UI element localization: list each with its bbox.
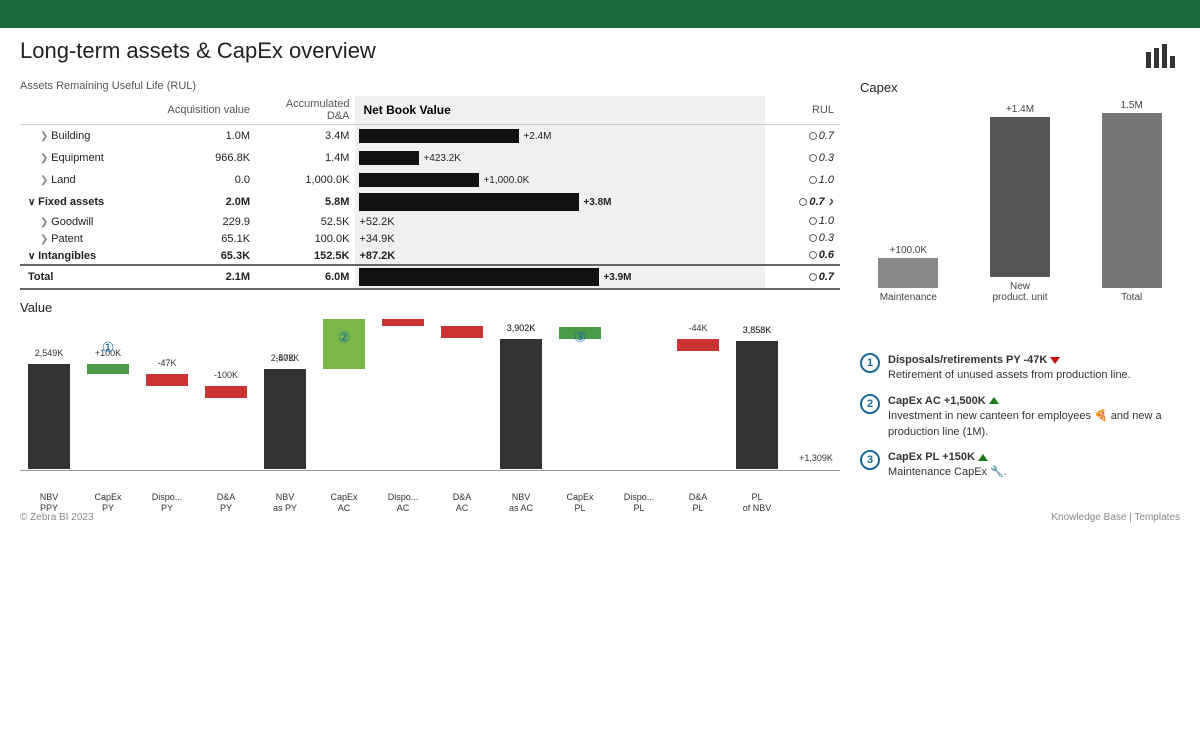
- footer-links: Knowledge Base | Templates: [1051, 512, 1180, 523]
- wf-label: D&APL: [669, 492, 727, 514]
- waterfall-col: 2,549K: [20, 319, 78, 469]
- value-title: Value: [20, 300, 840, 315]
- waterfall-col: +1,500K②: [315, 319, 373, 469]
- capex-chart: +100.0KMaintenance +1.4MNewproduct. unit1…: [860, 103, 1180, 343]
- wf-bar: [87, 364, 129, 374]
- wf-label: PLof NBV: [728, 492, 786, 514]
- waterfall-col: -100K: [433, 319, 491, 469]
- waterfall-col: -44K: [669, 319, 727, 469]
- wf-label: Dispo...AC: [374, 492, 432, 514]
- wf-bar: [28, 364, 70, 469]
- wf-bar: [736, 341, 778, 469]
- wf-label: CapExPL: [551, 492, 609, 514]
- wf-bar: [264, 369, 306, 469]
- wf-bar: [500, 339, 542, 469]
- annotations: 1 Disposals/retirements PY -47KRetirement…: [860, 353, 1180, 481]
- wf-label: NBVas PY: [256, 492, 314, 514]
- annotation-item: 2 CapEx AC +1,500KInvestment in new cante…: [860, 394, 1180, 440]
- waterfall-col: +150K③: [551, 319, 609, 469]
- capex-bar-label: Newproduct. unit: [992, 281, 1047, 303]
- section-label: Assets Remaining Useful Life (RUL): [20, 80, 840, 92]
- annotation-text: CapEx AC +1,500KInvestment in new cantee…: [888, 394, 1180, 440]
- capex-bar-label: Total: [1121, 292, 1142, 303]
- capex-bar-group: +1.4MNewproduct. unit: [972, 104, 1069, 303]
- wf-label: D&APY: [197, 492, 255, 514]
- col-header-dna: Accumulated D&A: [256, 96, 355, 125]
- right-panel: Capex +100.0KMaintenance +1.4MNewproduct.…: [860, 80, 1180, 519]
- wf-label: D&AAC: [433, 492, 491, 514]
- wf-label: NBVPPY: [20, 492, 78, 514]
- wf-label: Dispo...PL: [610, 492, 668, 514]
- app-icon: [1144, 42, 1180, 73]
- waterfall-col: -100K: [197, 319, 255, 469]
- annotation-number: 3: [860, 450, 880, 470]
- waterfall-col: 3,902K3,902K: [492, 319, 550, 469]
- annotation-text: Disposals/retirements PY -47KRetirement …: [888, 353, 1131, 384]
- col-header-nbv: Net Book Value: [355, 96, 765, 125]
- table-section: Assets Remaining Useful Life (RUL) Acqui…: [20, 80, 840, 290]
- wf-label: CapExPY: [79, 492, 137, 514]
- annotation-item: 1 Disposals/retirements PY -47KRetirement…: [860, 353, 1180, 384]
- annotation-number: 2: [860, 394, 880, 414]
- top-bar: [0, 0, 1200, 28]
- capex-section: Capex +100.0KMaintenance +1.4MNewproduct.…: [860, 80, 1180, 343]
- waterfall-col: -47K2,502K: [256, 319, 314, 469]
- page-title: Long-term assets & CapEx overview: [20, 38, 376, 64]
- col-header-acq: Acquisition value: [157, 96, 256, 125]
- wf-bar: [677, 339, 719, 351]
- annotation-item: 3 CapEx PL +150KMaintenance CapEx 🔧.: [860, 450, 1180, 481]
- annotation-text: CapEx PL +150KMaintenance CapEx 🔧.: [888, 450, 1007, 481]
- capex-bar-label: Maintenance: [880, 292, 937, 303]
- wf-label: Dispo...PY: [138, 492, 196, 514]
- wf-label: [787, 492, 840, 514]
- waterfall-col: -47K: [138, 319, 196, 469]
- copyright: © Zebra BI 2023: [20, 512, 94, 523]
- capex-bar-group: 1.5MTotal: [1083, 100, 1180, 303]
- waterfall-col: 0K: [610, 319, 668, 469]
- value-section: Value 2,549K+100K①-47K-100K-47K2,502K+1,…: [20, 300, 840, 519]
- col-header-name: [20, 96, 157, 125]
- capex-bar-group: +100.0KMaintenance: [860, 245, 957, 303]
- wf-label: CapExAC: [315, 492, 373, 514]
- wf-label: NBVas AC: [492, 492, 550, 514]
- footer: © Zebra BI 2023 Knowledge Base | Templat…: [20, 512, 1180, 523]
- capex-title: Capex: [860, 80, 1180, 95]
- waterfall-col: 0K: [374, 319, 432, 469]
- capex-bar: [878, 258, 938, 288]
- waterfall-col: 3,858K3,858K: [728, 319, 786, 469]
- capex-bar: [1102, 113, 1162, 288]
- assets-table: Acquisition value Accumulated D&A Net Bo…: [20, 96, 840, 290]
- wf-bar: [146, 374, 188, 386]
- annotation-number: 1: [860, 353, 880, 373]
- waterfall-chart: 2,549K+100K①-47K-100K-47K2,502K+1,500K②0…: [20, 319, 840, 519]
- capex-bar: [990, 117, 1050, 277]
- wf-bar: [382, 319, 424, 326]
- col-header-rul: RUL: [765, 96, 840, 125]
- wf-bar: [205, 386, 247, 398]
- waterfall-col: +1,309K: [787, 319, 840, 469]
- waterfall-col: +100K①: [79, 319, 137, 469]
- wf-bar: [441, 326, 483, 338]
